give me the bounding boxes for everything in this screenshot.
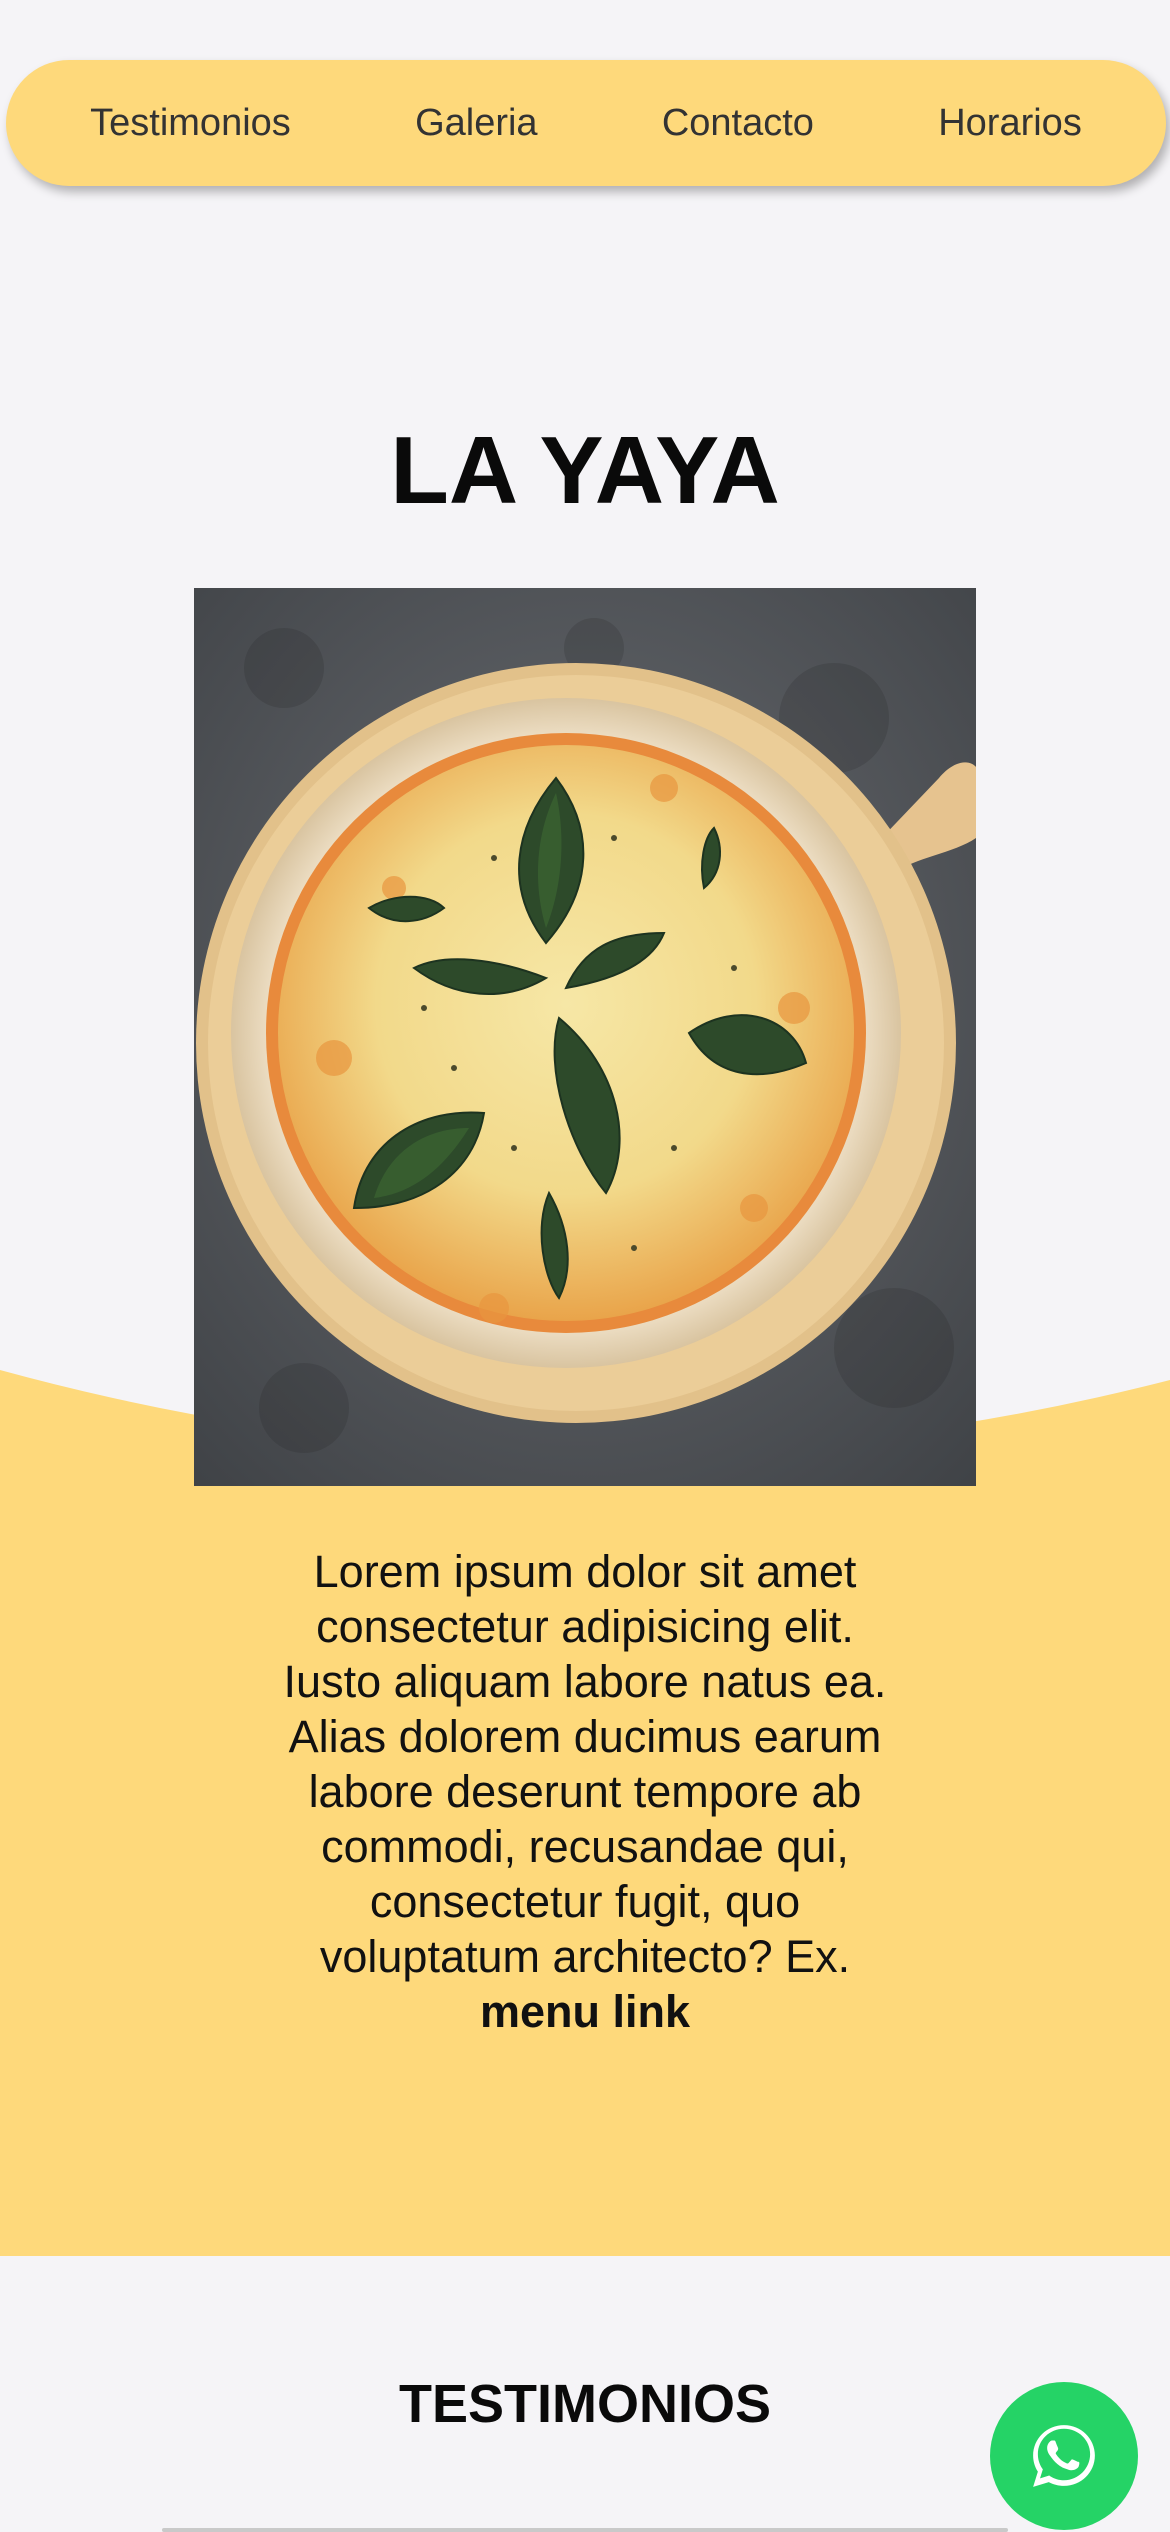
top-nav: Testimonios Galeria Contacto Horarios [6,60,1166,186]
section-divider [162,2528,1008,2532]
nav-item-horarios[interactable]: Horarios [938,102,1082,145]
whatsapp-icon [1033,2425,1095,2487]
menu-link[interactable]: menu link [480,1986,690,2037]
testimonials-title: TESTIMONIOS [398,2374,771,2434]
page-title: LA YAYA [390,417,780,524]
nav-item-contacto[interactable]: Contacto [662,102,814,145]
nav-item-galeria[interactable]: Galeria [415,102,538,145]
whatsapp-button[interactable] [990,2382,1138,2530]
hero-description: Lorem ipsum dolor sit amet consectetur a… [270,1544,900,2039]
pizza-image [194,588,976,1486]
hero-description-text: Lorem ipsum dolor sit amet consectetur a… [283,1546,887,1982]
nav-item-testimonios[interactable]: Testimonios [90,102,291,145]
